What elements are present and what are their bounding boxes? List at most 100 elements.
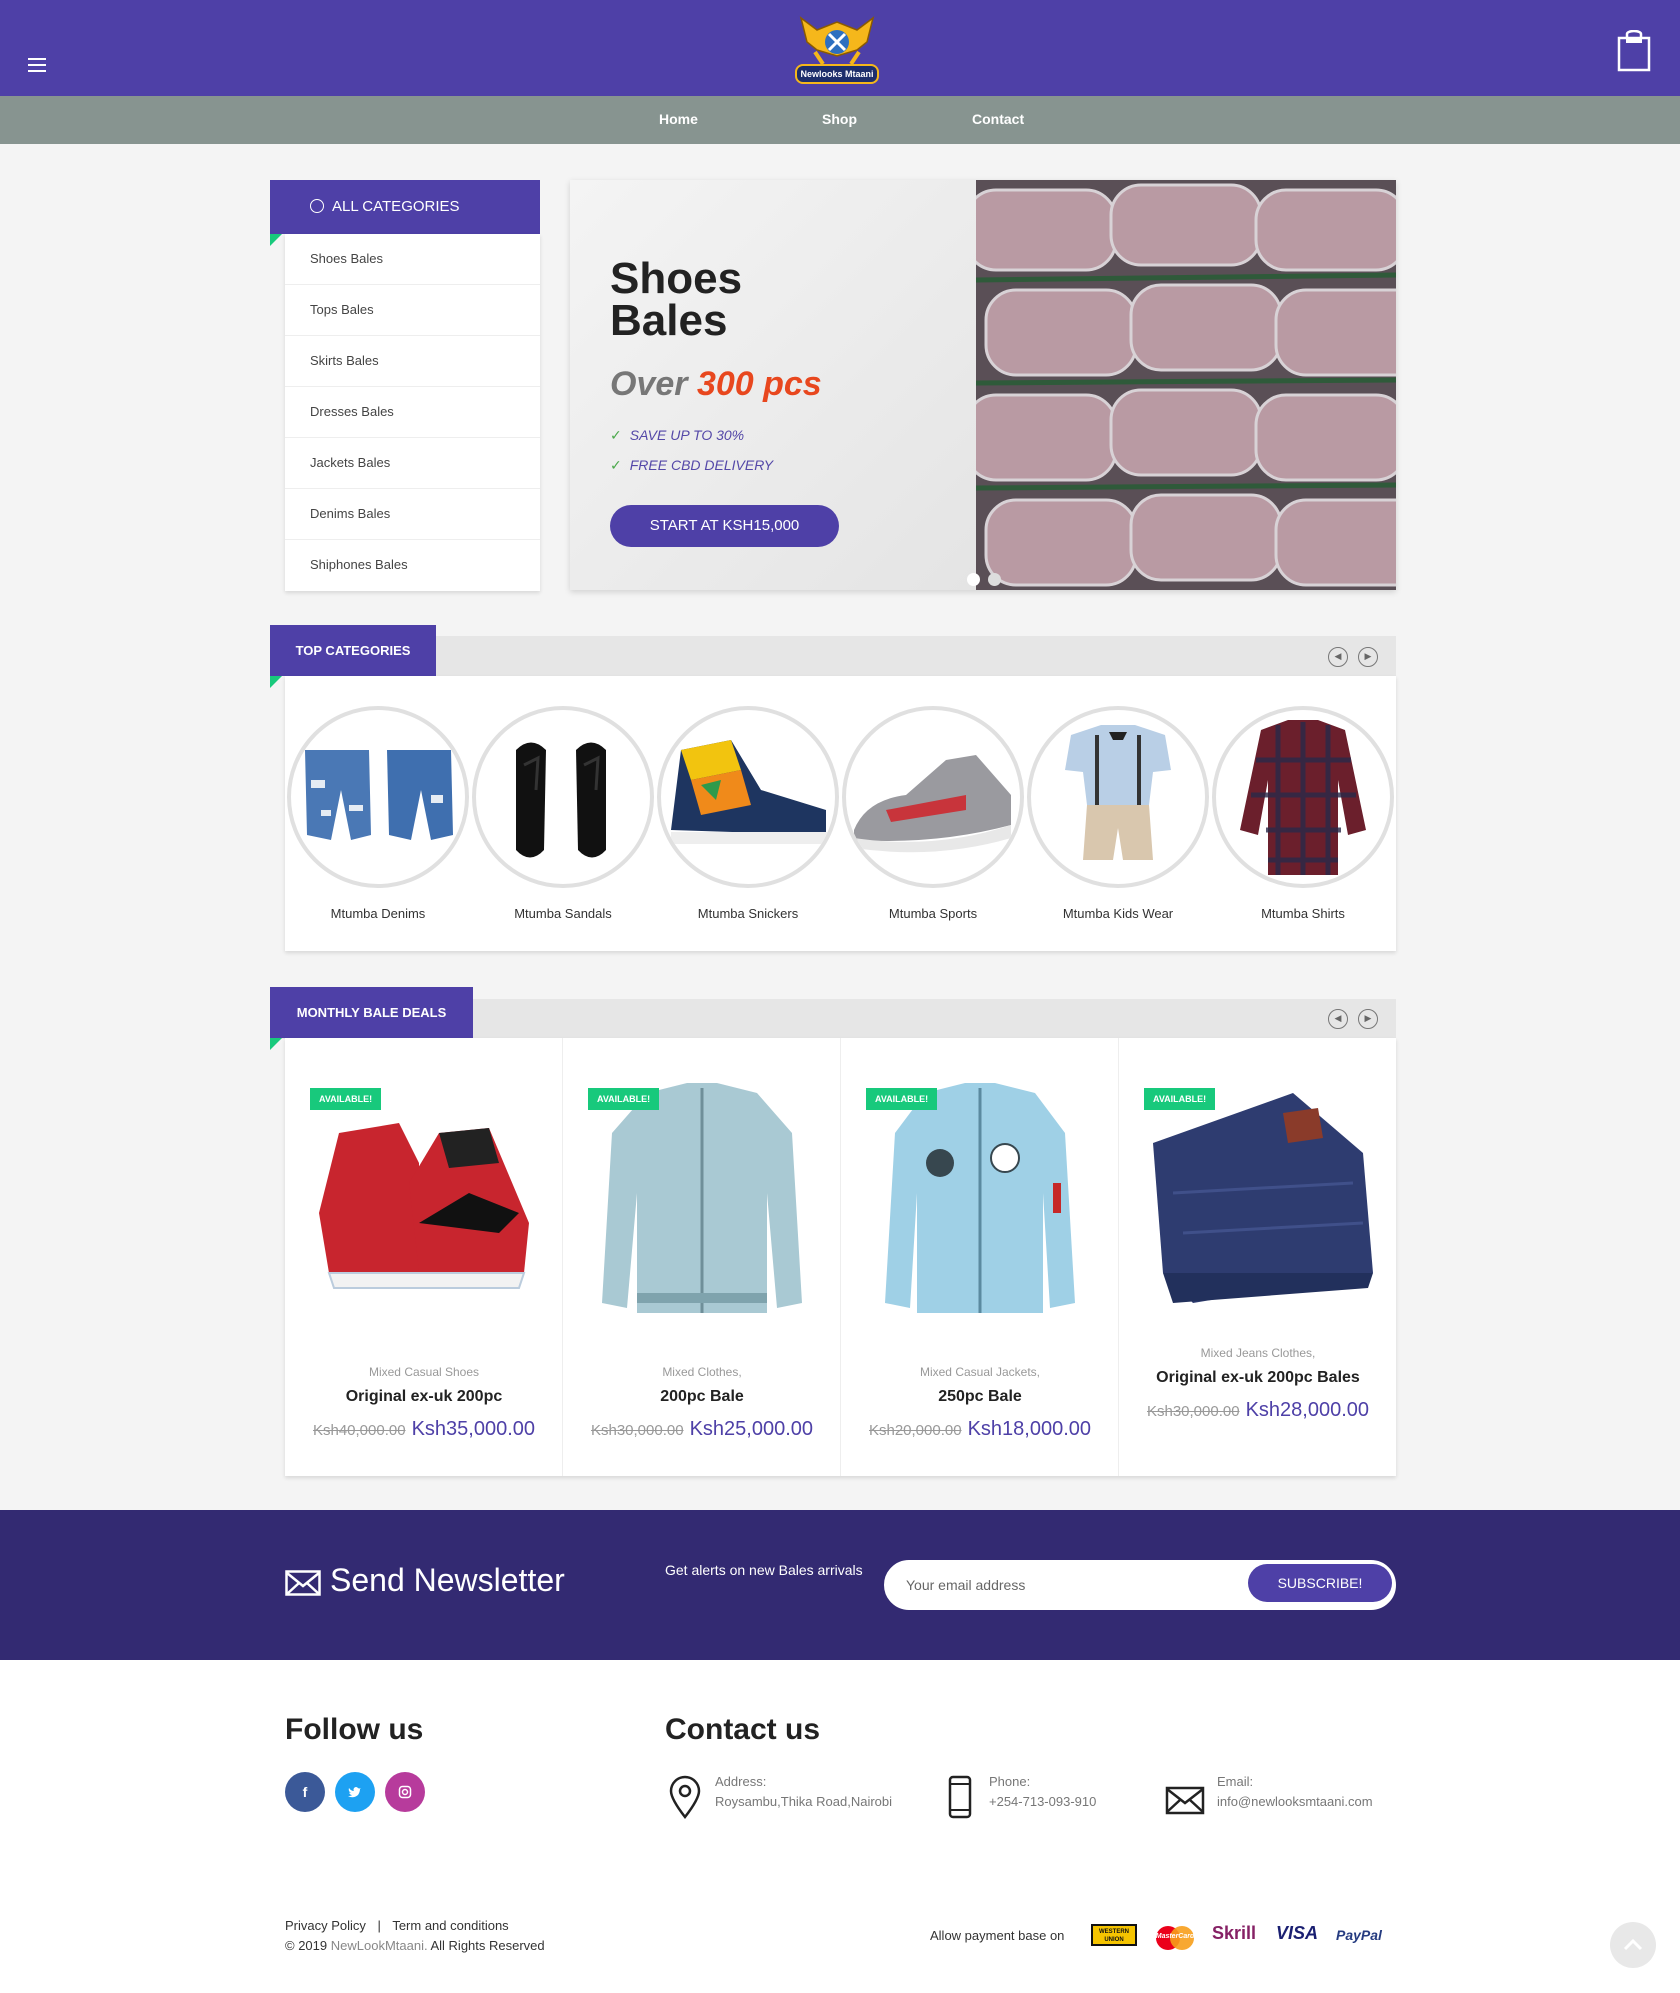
top-category-sports[interactable]: Mtumba Sports bbox=[842, 676, 1027, 951]
prev-arrow-icon[interactable]: ◀ bbox=[1328, 647, 1348, 667]
category-image bbox=[472, 706, 654, 888]
slider-dot-1[interactable] bbox=[967, 573, 980, 586]
top-category-kids-wear[interactable]: Mtumba Kids Wear bbox=[1027, 676, 1212, 951]
tab-corner-decoration bbox=[270, 234, 282, 246]
top-header: Newlooks Mtaani bbox=[0, 0, 1680, 96]
slider-dot-2[interactable] bbox=[988, 573, 1001, 586]
deal-name[interactable]: 200pc Bale bbox=[563, 1388, 841, 1406]
email-icon bbox=[1165, 1786, 1205, 1815]
twitter-icon[interactable] bbox=[335, 1772, 375, 1812]
deal-card[interactable]: AVAILABLE! Mixed Casual Shoes Original e… bbox=[285, 1038, 563, 1476]
available-badge: AVAILABLE! bbox=[1144, 1088, 1216, 1110]
category-list: Shoes Bales Tops Bales Skirts Bales Dres… bbox=[285, 234, 540, 591]
contact-us-title: Contact us bbox=[665, 1713, 821, 1746]
category-image bbox=[657, 706, 839, 888]
category-item-shoes[interactable]: Shoes Bales bbox=[285, 234, 540, 285]
top-categories-bar bbox=[270, 636, 1396, 676]
next-arrow-icon[interactable]: ▶ bbox=[1358, 1009, 1378, 1029]
nav-contact[interactable]: Contact bbox=[972, 111, 1024, 127]
payment-text: Allow payment base on bbox=[930, 1928, 1065, 1943]
hero-feature-text: SAVE UP TO 30% bbox=[629, 427, 745, 443]
main-nav: Home Shop Contact bbox=[0, 96, 1680, 144]
deal-price: Ksh40,000.00 Ksh35,000.00 bbox=[285, 1418, 563, 1441]
hero-cta-button[interactable]: START AT KSH15,000 bbox=[610, 505, 839, 547]
deal-category: Mixed Casual Jackets, bbox=[919, 1365, 1041, 1379]
category-item-shiphones[interactable]: Shiphones Bales bbox=[285, 540, 540, 591]
category-item-skirts[interactable]: Skirts Bales bbox=[285, 336, 540, 387]
top-categories-panel: Mtumba Denims Mtumba Sandals Mtumba Snic… bbox=[285, 676, 1396, 951]
shopping-bag-icon[interactable] bbox=[1617, 30, 1651, 72]
top-category-denims[interactable]: Mtumba Denims bbox=[287, 676, 472, 951]
deal-card[interactable]: AVAILABLE! Mixed Casual Jackets, 250pc B… bbox=[841, 1038, 1119, 1476]
tab-corner-decoration bbox=[270, 676, 282, 688]
old-price: Ksh40,000.00 bbox=[312, 1422, 406, 1439]
category-image bbox=[1027, 706, 1209, 888]
nav-shop[interactable]: Shop bbox=[822, 111, 857, 127]
next-arrow-icon[interactable]: ▶ bbox=[1358, 647, 1378, 667]
phone-label: Phone: bbox=[989, 1774, 1031, 1789]
menu-icon[interactable] bbox=[28, 58, 46, 72]
address-label: Address: bbox=[715, 1774, 767, 1789]
subscribe-button[interactable]: SUBSCRIBE! bbox=[1248, 1564, 1392, 1602]
western-union-logo: WESTERN UNION bbox=[1091, 1924, 1137, 1946]
email-value[interactable]: info@newlooksmtaani.com bbox=[1217, 1794, 1373, 1809]
category-image bbox=[1212, 706, 1394, 888]
deal-card[interactable]: AVAILABLE! Mixed Jeans Clothes, Original… bbox=[1119, 1038, 1397, 1476]
hero-slider: Shoes Bales Over 300 pcs ✓ SAVE UP TO 30%… bbox=[570, 180, 1396, 590]
available-badge: AVAILABLE! bbox=[866, 1088, 938, 1110]
deal-name[interactable]: 250pc Bale bbox=[841, 1388, 1119, 1406]
top-category-shirts[interactable]: Mtumba Shirts bbox=[1212, 676, 1397, 951]
category-item-dresses[interactable]: Dresses Bales bbox=[285, 387, 540, 438]
category-label: Mtumba Denims bbox=[330, 906, 426, 921]
mastercard-logo: MasterCard bbox=[1152, 1925, 1198, 1951]
available-badge: AVAILABLE! bbox=[588, 1088, 660, 1110]
footer-links: Privacy Policy | Term and conditions bbox=[285, 1918, 509, 1933]
scroll-to-top-button[interactable] bbox=[1610, 1922, 1656, 1968]
copyright-year: © 2019 bbox=[285, 1938, 328, 1953]
location-pin-icon bbox=[669, 1775, 701, 1820]
category-image bbox=[842, 706, 1024, 888]
copyright-brand[interactable]: NewLookMtaani. bbox=[331, 1938, 428, 1953]
email-input[interactable] bbox=[906, 1562, 1226, 1608]
site-footer: Follow us f Contact us Address: Roysambu… bbox=[0, 1660, 1680, 1993]
terms-link[interactable]: Term and conditions bbox=[392, 1918, 508, 1933]
hero-feature-2: ✓ FREE CBD DELIVERY bbox=[610, 457, 773, 474]
site-logo[interactable]: Newlooks Mtaani bbox=[793, 12, 881, 88]
copyright-suffix: All Rights Reserved bbox=[430, 1938, 545, 1953]
privacy-policy-link[interactable]: Privacy Policy bbox=[285, 1918, 366, 1933]
category-item-denims[interactable]: Denims Bales bbox=[285, 489, 540, 540]
deal-name[interactable]: Original ex-uk 200pc bbox=[285, 1388, 563, 1406]
instagram-icon[interactable] bbox=[385, 1772, 425, 1812]
email-label: Email: bbox=[1217, 1774, 1254, 1789]
copyright: © 2019 NewLookMtaani. All Rights Reserve… bbox=[285, 1938, 545, 1953]
category-label: Mtumba Sports bbox=[888, 906, 978, 921]
facebook-icon[interactable]: f bbox=[285, 1772, 325, 1812]
check-icon: ✓ bbox=[610, 427, 622, 443]
newsletter-text: Get alerts on new Bales arrivals bbox=[665, 1562, 863, 1578]
new-price: Ksh35,000.00 bbox=[411, 1418, 535, 1440]
deal-name[interactable]: Original ex-uk 200pc Bales bbox=[1119, 1369, 1397, 1387]
product-image bbox=[1153, 1093, 1373, 1303]
category-item-jackets[interactable]: Jackets Bales bbox=[285, 438, 540, 489]
top-category-snickers[interactable]: Mtumba Snickers bbox=[657, 676, 842, 951]
available-badge: AVAILABLE! bbox=[310, 1088, 382, 1110]
deal-category: Mixed Jeans Clothes, bbox=[1200, 1346, 1316, 1360]
category-label: Mtumba Shirts bbox=[1261, 906, 1345, 921]
deal-price: Ksh30,000.00 Ksh28,000.00 bbox=[1119, 1399, 1397, 1422]
deal-card[interactable]: AVAILABLE! Mixed Clothes, 200pc Bale Ksh… bbox=[563, 1038, 841, 1476]
hero-feature-1: ✓ SAVE UP TO 30% bbox=[610, 427, 744, 444]
nav-home[interactable]: Home bbox=[659, 111, 698, 127]
category-image bbox=[287, 706, 469, 888]
deal-category: Mixed Casual Shoes bbox=[368, 1365, 480, 1379]
top-category-sandals[interactable]: Mtumba Sandals bbox=[472, 676, 657, 951]
chevron-up-icon bbox=[1623, 1938, 1643, 1951]
top-categories-title: TOP CATEGORIES bbox=[270, 625, 436, 676]
logo-text: Newlooks Mtaani bbox=[795, 64, 879, 84]
phone-value: +254-713-093-910 bbox=[989, 1794, 1097, 1809]
all-categories-header[interactable]: ALL CATEGORIES bbox=[270, 180, 540, 234]
product-image bbox=[319, 1123, 529, 1289]
old-price: Ksh20,000.00 bbox=[868, 1422, 962, 1439]
category-label: Mtumba Kids Wear bbox=[1062, 906, 1174, 921]
prev-arrow-icon[interactable]: ◀ bbox=[1328, 1009, 1348, 1029]
category-item-tops[interactable]: Tops Bales bbox=[285, 285, 540, 336]
